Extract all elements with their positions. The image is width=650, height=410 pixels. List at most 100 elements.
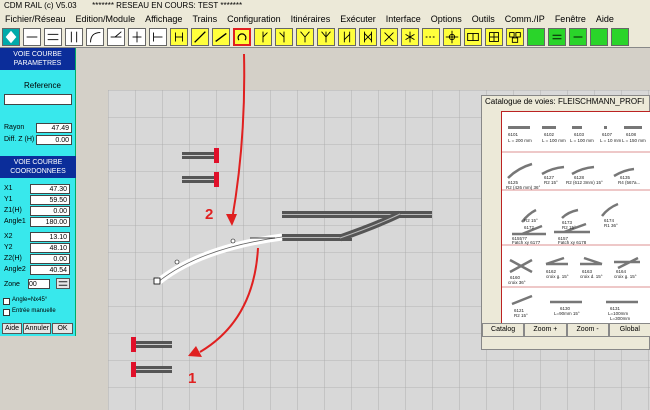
x2-field[interactable]: 13.10 <box>30 232 70 242</box>
yellow-turntable-icon[interactable] <box>401 28 419 46</box>
menu-bar: Fichier/Réseau Edition/Module Affichage … <box>0 11 650 26</box>
catalog-item-code: 6108 <box>626 132 637 137</box>
catalog-item-desc: R2 15° <box>562 225 576 230</box>
track-straight-icon[interactable] <box>23 28 41 46</box>
menu-outils[interactable]: Outils <box>467 14 500 24</box>
yellow-double-icon[interactable] <box>338 28 356 46</box>
z1-field[interactable]: 0.00 <box>30 206 70 216</box>
menu-trains[interactable]: Trains <box>187 14 222 24</box>
catalog-item-desc: L = 200 mm <box>508 138 532 143</box>
catalog-item-desc: R4 (567a... <box>618 180 641 185</box>
angle1-field[interactable]: 180.00 <box>30 217 70 227</box>
yellow-dash-icon[interactable] <box>422 28 440 46</box>
menu-options[interactable]: Options <box>426 14 467 24</box>
catalog-item-desc: R2 15° <box>514 313 528 318</box>
yellow-3way-icon[interactable] <box>317 28 335 46</box>
aide-button[interactable]: Aide <box>2 323 22 334</box>
catalog-item-desc: L=90mm 15° <box>554 311 580 316</box>
manual-checkbox[interactable] <box>3 309 10 316</box>
yellow-turnout-r-icon[interactable] <box>275 28 293 46</box>
zoom-out-button[interactable]: Zoom - <box>566 323 609 337</box>
diffz-field[interactable]: 0.00 <box>36 135 72 145</box>
catalog-item-desc: R2 (426 mm) 36° <box>506 185 541 190</box>
rayon-label: Rayon <box>4 124 25 131</box>
catalog-item-desc: L=300mm <box>610 316 631 321</box>
toggle-panel-icon[interactable] <box>2 28 20 46</box>
yellow-x-icon[interactable] <box>380 28 398 46</box>
window-title: CDM RAIL (c) V5.03 ******* RESEAU EN COU… <box>0 0 650 11</box>
catalog-item-desc: Fatch xy 6178 <box>558 240 587 245</box>
menu-comm[interactable]: Comm./IP <box>500 14 550 24</box>
zone-button[interactable] <box>56 278 70 289</box>
track-turnout-icon[interactable] <box>107 28 125 46</box>
menu-interface[interactable]: Interface <box>381 14 426 24</box>
annuler-button[interactable]: Annuler <box>23 323 51 334</box>
yellow-h-icon[interactable] <box>170 28 188 46</box>
diffz-label: Diff. Z (H) <box>4 136 35 143</box>
angle2-label: Angle2 <box>4 266 26 273</box>
z2-field[interactable]: 0.00 <box>30 254 70 264</box>
yellow-sun-icon[interactable] <box>443 28 461 46</box>
catalog-item-desc: L = 100 mm <box>570 138 594 143</box>
zoom-in-button[interactable]: Zoom + <box>524 323 567 337</box>
coords-header: VOIE COURBE COORDONNEES <box>0 156 76 178</box>
yellow-book-icon[interactable] <box>464 28 482 46</box>
yellow-turnout-l-icon[interactable] <box>254 28 272 46</box>
x2-label: X2 <box>4 233 13 240</box>
yellow-grid-icon[interactable] <box>485 28 503 46</box>
z1-label: Z1(H) <box>4 207 22 214</box>
track-curve-icon[interactable] <box>86 28 104 46</box>
reference-field[interactable] <box>4 94 72 105</box>
catalog-button[interactable]: Catalog <box>482 323 525 337</box>
menu-executer[interactable]: Exécuter <box>335 14 381 24</box>
menu-configuration[interactable]: Configuration <box>222 14 286 24</box>
yellow-multi-icon[interactable] <box>506 28 524 46</box>
green-area-icon[interactable] <box>611 28 629 46</box>
menu-aide[interactable]: Aide <box>591 14 619 24</box>
yellow-diag-icon[interactable] <box>191 28 209 46</box>
annotation-label-2: 2 <box>205 206 214 223</box>
catalog-item-desc: croix g. 15° <box>546 274 569 279</box>
track-vertical-icon[interactable] <box>65 28 83 46</box>
track-bumper-icon[interactable] <box>149 28 167 46</box>
reference-label: Reference <box>24 81 61 90</box>
catalog-item-desc: croix 36° <box>508 280 526 285</box>
menu-fichier[interactable]: Fichier/Réseau <box>0 14 71 24</box>
catalog-item-desc: L = 10 mm <box>600 138 622 143</box>
catalog-item-desc: croix d. 15° <box>580 274 603 279</box>
zone-select[interactable]: 00 <box>28 279 50 289</box>
catalog-buttons: Catalog Zoom + Zoom - Global <box>482 323 650 337</box>
yellow-diag2-icon[interactable] <box>212 28 230 46</box>
yellow-crossover-icon[interactable] <box>359 28 377 46</box>
menu-edition[interactable]: Edition/Module <box>71 14 141 24</box>
rayon-field[interactable]: 47.49 <box>36 123 72 133</box>
toolbar <box>0 26 650 48</box>
x1-field[interactable]: 47.30 <box>30 184 70 194</box>
catalog-window: Catalogue de voies: FLEISCHMANN_PROFI 61… <box>481 95 650 350</box>
track-parallel-icon[interactable] <box>44 28 62 46</box>
zone-label: Zone <box>4 281 20 288</box>
params-header: VOIE COURBE PARAMETRES <box>0 48 75 70</box>
y2-field[interactable]: 48.10 <box>30 243 70 253</box>
catalog-grid[interactable]: 6101 L = 200 mm 6102 L = 100 mm 6103 L =… <box>501 111 650 324</box>
catalog-title: Catalogue de voies: FLEISCHMANN_PROFI <box>482 96 649 108</box>
green-station-icon[interactable] <box>569 28 587 46</box>
angle-checkbox[interactable] <box>3 298 10 305</box>
menu-itineraires[interactable]: Itinéraires <box>286 14 336 24</box>
ok-button[interactable]: OK <box>52 323 73 334</box>
catalog-item-code: 6107 <box>602 132 613 137</box>
green-zone-icon[interactable] <box>590 28 608 46</box>
track-cross-icon[interactable] <box>128 28 146 46</box>
y1-field[interactable]: 59.50 <box>30 195 70 205</box>
menu-fenetre[interactable]: Fenêtre <box>550 14 591 24</box>
green-block-icon[interactable] <box>527 28 545 46</box>
angle2-field[interactable]: 40.54 <box>30 265 70 275</box>
green-signal-icon[interactable] <box>548 28 566 46</box>
yellow-y-icon[interactable] <box>296 28 314 46</box>
curve-params-panel: VOIE COURBE PARAMETRES Reference Rayon 4… <box>0 48 76 336</box>
global-button[interactable]: Global <box>608 323 650 337</box>
catalog-item-code: 6103 <box>574 132 585 137</box>
menu-affichage[interactable]: Affichage <box>140 14 187 24</box>
curve-tool-icon[interactable] <box>233 28 251 46</box>
catalog-item-code: 6102 <box>544 132 555 137</box>
